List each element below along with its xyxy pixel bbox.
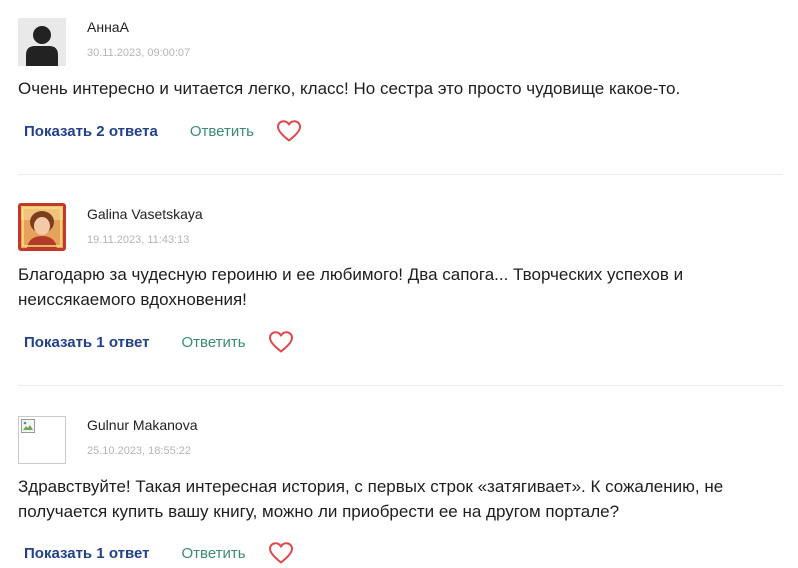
reply-button[interactable]: Ответить bbox=[190, 123, 254, 140]
comment-actions: Показать 2 ответа Ответить bbox=[24, 116, 302, 146]
heart-icon[interactable] bbox=[268, 541, 294, 565]
user-placeholder-icon bbox=[18, 18, 66, 66]
comment-actions: Показать 1 ответ Ответить bbox=[24, 538, 294, 568]
show-replies-button[interactable]: Показать 2 ответа bbox=[24, 123, 158, 140]
comment-date: 25.10.2023, 18:55:22 bbox=[87, 445, 191, 457]
comment-actions: Показать 1 ответ Ответить bbox=[24, 327, 294, 357]
comment-author: Galina Vasetskaya bbox=[87, 206, 203, 222]
comment-author: АннаА bbox=[87, 19, 129, 35]
reply-button[interactable]: Ответить bbox=[181, 545, 245, 562]
comment-divider bbox=[18, 174, 783, 175]
comment-author: Gulnur Makanova bbox=[87, 417, 198, 433]
comment-divider bbox=[18, 385, 783, 386]
comment-date: 30.11.2023, 09:00:07 bbox=[87, 47, 191, 59]
heart-icon[interactable] bbox=[268, 330, 294, 354]
comment-text: Благодарю за чудесную героиню и ее любим… bbox=[18, 265, 684, 309]
show-replies-button[interactable]: Показать 1 ответ bbox=[24, 334, 149, 351]
show-replies-button[interactable]: Показать 1 ответ bbox=[24, 545, 149, 562]
comment-text: Здравствуйте! Такая интересная история, … bbox=[18, 477, 724, 521]
broken-image-icon bbox=[18, 416, 66, 464]
comment-date: 19.11.2023, 11:43:13 bbox=[87, 234, 190, 246]
user-photo bbox=[18, 203, 66, 251]
heart-icon[interactable] bbox=[276, 119, 302, 143]
reply-button[interactable]: Ответить bbox=[181, 334, 245, 351]
comment-text: Очень интересно и читается легко, класс!… bbox=[18, 79, 681, 98]
